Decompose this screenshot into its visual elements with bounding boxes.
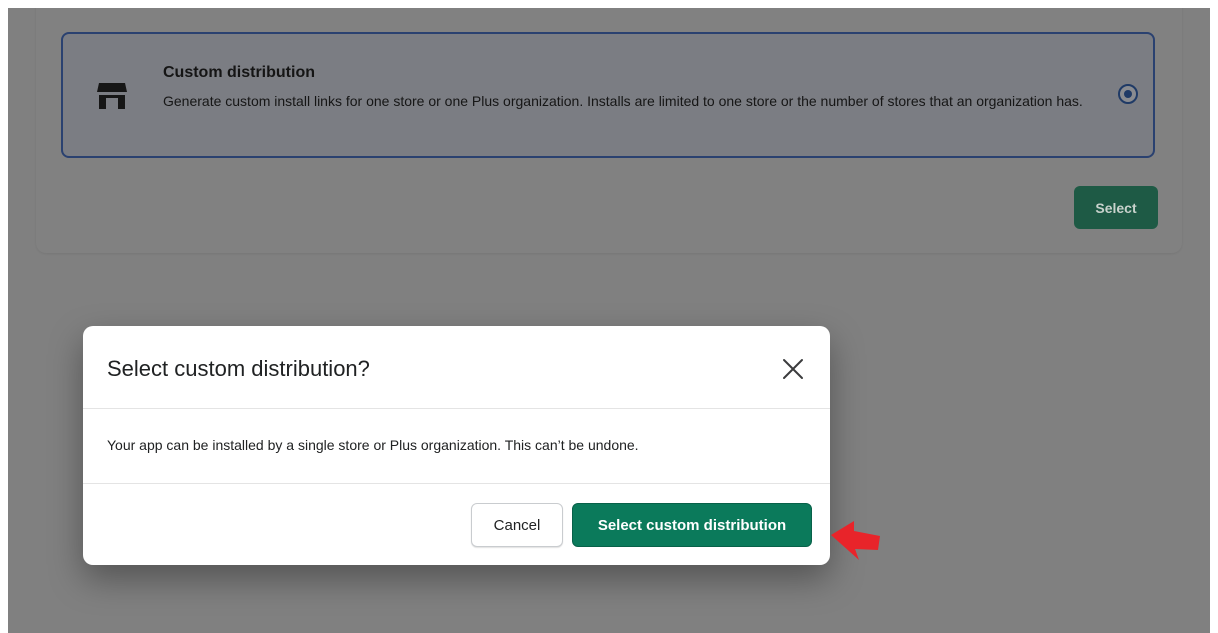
confirm-modal: Select custom distribution? Your app can… [83, 326, 830, 565]
modal-title: Select custom distribution? [107, 356, 370, 381]
cancel-button[interactable]: Cancel [471, 503, 563, 547]
custom-distribution-option[interactable]: Custom distribution Generate custom inst… [61, 32, 1155, 158]
modal-body-text: Your app can be installed by a single st… [107, 437, 639, 453]
select-button[interactable]: Select [1074, 186, 1158, 229]
red-arrow-icon [831, 521, 880, 560]
close-button[interactable] [779, 355, 807, 383]
store-icon [95, 79, 129, 113]
close-icon [783, 359, 803, 379]
modal-header: Select custom distribution? [83, 326, 830, 409]
select-custom-distribution-button[interactable]: Select custom distribution [572, 503, 812, 547]
option-radio[interactable] [1118, 84, 1138, 104]
distribution-card: Custom distribution Generate custom inst… [36, 8, 1182, 253]
modal-body: Your app can be installed by a single st… [83, 409, 830, 484]
option-title: Custom distribution [163, 64, 315, 81]
option-description: Generate custom install links for one st… [163, 93, 1083, 109]
